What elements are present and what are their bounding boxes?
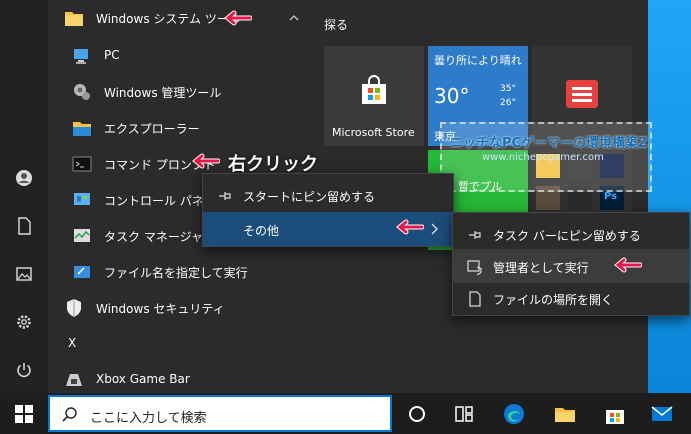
start-left-rail: [0, 0, 48, 393]
mail-icon[interactable]: [650, 402, 674, 426]
pin-icon: [219, 192, 231, 200]
store-taskbar-icon[interactable]: [603, 402, 627, 426]
right-click-annotation: 右クリック: [228, 154, 318, 175]
app-label: ファイル名を指定して実行: [104, 266, 248, 280]
app-label: Xbox Game Bar: [96, 372, 190, 386]
document-icon: [469, 291, 481, 307]
task-manager-icon: [72, 226, 92, 246]
taskbar: ここに入力して検索: [0, 393, 691, 434]
tile-label: Microsoft Store: [332, 126, 415, 139]
pictures-icon[interactable]: [8, 258, 40, 290]
red-arrow-annotation: [614, 257, 642, 273]
documents-icon[interactable]: [8, 210, 40, 242]
letter-label: X: [68, 336, 77, 350]
menu-item-pin-to-start[interactable]: スタートにピン留めする: [203, 178, 453, 212]
xbox-icon: [64, 370, 84, 390]
weather-high: 35°: [500, 84, 516, 94]
context-menu: スタートにピン留めする その他: [202, 173, 454, 247]
app-item-admin-tools[interactable]: Windows 管理ツール: [48, 74, 316, 110]
chevron-up-icon: [289, 15, 299, 21]
tile-microsoft-store[interactable]: Microsoft Store: [324, 46, 424, 146]
letter-header-x[interactable]: X: [48, 326, 316, 362]
app-label: Windows 管理ツール: [104, 86, 222, 100]
pin-icon: [469, 231, 481, 239]
store-bag-icon: [362, 75, 386, 104]
app-item-pc[interactable]: PC: [48, 38, 316, 74]
search-placeholder: ここに入力して検索: [90, 411, 207, 426]
cortana-icon[interactable]: [405, 402, 429, 426]
menu-item-run-as-admin[interactable]: 管理者として実行: [453, 249, 689, 283]
watermark: ニッチなPCゲーマーの環境構築Z www.nichepcgamer.com: [440, 122, 652, 192]
menu-item-label: 管理者として実行: [493, 261, 589, 275]
menu-item-pin-to-taskbar[interactable]: タスク バーにピン留めする: [453, 217, 689, 251]
power-icon[interactable]: [8, 354, 40, 386]
red-arrow-annotation: [224, 10, 252, 26]
news-icon: [566, 80, 598, 108]
task-view-icon[interactable]: [452, 402, 476, 426]
submenu: タスク バーにピン留めする 管理者として実行 ファイルの場所を開く: [452, 212, 690, 316]
run-icon: [72, 262, 92, 282]
user-account-icon[interactable]: [8, 162, 40, 194]
settings-gear-icon[interactable]: [8, 306, 40, 338]
search-icon: [62, 407, 77, 422]
menu-item-label: タスク バーにピン留めする: [493, 229, 641, 243]
weather-low: 26°: [500, 98, 516, 108]
app-item-windows-security[interactable]: Windows セキュリティ: [48, 290, 316, 326]
weather-temperature: 30°: [434, 84, 470, 108]
app-item-run[interactable]: ファイル名を指定して実行: [48, 254, 316, 290]
app-label: コントロール パネル: [104, 194, 216, 208]
red-arrow-annotation: [192, 153, 220, 169]
red-arrow-annotation: [396, 219, 424, 235]
edge-icon[interactable]: [502, 402, 526, 426]
cmd-icon: [72, 154, 92, 174]
windows-logo-icon: [15, 404, 33, 423]
watermark-url: www.nichepcgamer.com: [482, 152, 604, 163]
group-label: Windows システム ツール: [96, 12, 241, 26]
control-panel-icon: [72, 190, 92, 210]
watermark-title: ニッチなPCゲーマーの環境構築Z: [450, 136, 648, 151]
taskbar-search-box[interactable]: ここに入力して検索: [48, 395, 392, 432]
shield-admin-icon: [467, 260, 482, 275]
app-label: Windows セキュリティ: [96, 302, 225, 316]
desktop-background: [648, 0, 691, 393]
app-label: エクスプローラー: [104, 122, 200, 136]
app-label: PC: [104, 48, 120, 62]
tiles-section-header: 探る: [324, 18, 349, 32]
file-explorer-icon[interactable]: [553, 402, 577, 426]
menu-item-label: スタートにピン留めする: [243, 190, 376, 204]
folder-icon: [64, 8, 84, 28]
weather-description: 曇り所により晴れ: [434, 54, 522, 67]
app-item-explorer[interactable]: エクスプローラー: [48, 110, 316, 146]
menu-item-label: ファイルの場所を開く: [493, 293, 614, 307]
group-windows-system-tools[interactable]: Windows システム ツール: [48, 0, 316, 36]
chevron-right-icon: [431, 223, 438, 235]
start-button[interactable]: [0, 393, 48, 434]
folder-icon: [72, 118, 92, 138]
menu-item-label: その他: [243, 224, 280, 238]
pc-icon: [72, 46, 92, 66]
shield-icon: [64, 298, 84, 318]
admin-tools-icon: [72, 82, 92, 102]
app-label: タスク マネージャー: [104, 230, 215, 244]
menu-item-open-file-location[interactable]: ファイルの場所を開く: [453, 281, 689, 315]
